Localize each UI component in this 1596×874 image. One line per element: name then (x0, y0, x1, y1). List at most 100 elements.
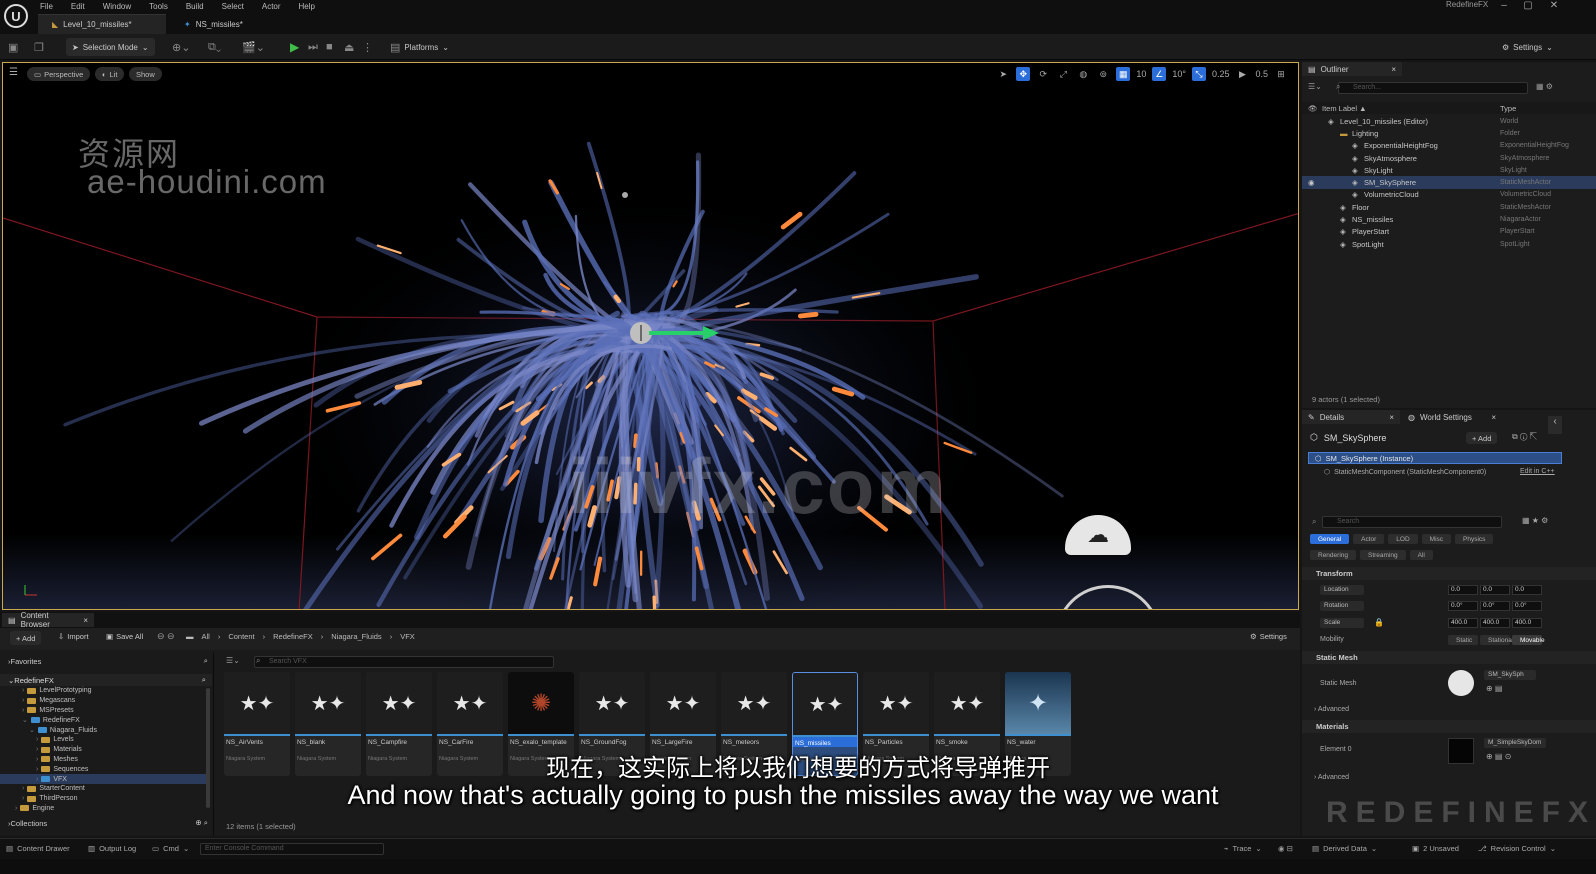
blueprint-icon[interactable]: ⧉ ⓘ ⇱ (1512, 432, 1537, 442)
breadcrumb-all[interactable]: All (202, 632, 210, 641)
mobility-movable[interactable]: Movable (1512, 635, 1545, 645)
close-icon[interactable]: × (1491, 413, 1496, 422)
mobility-static[interactable]: Static (1448, 635, 1478, 645)
rotation-y[interactable]: 0.0° (1480, 601, 1510, 611)
content-drawer-button[interactable]: ▤ Content Drawer (6, 844, 70, 853)
folder-tree-item[interactable]: ⌄ Niagara_Fluids (0, 725, 206, 735)
folder-tree-item[interactable]: › LevelPrototyping (0, 686, 206, 696)
scale-x[interactable]: 400.0 (1448, 618, 1478, 628)
scale-dropdown[interactable]: Scale (1320, 618, 1364, 628)
unreal-logo-icon[interactable]: U (4, 4, 28, 28)
outliner-row[interactable]: ◉ ◈ SM_SkySphere StaticMeshActor (1302, 176, 1596, 189)
add-actor-button[interactable]: ⊕⌄ (172, 38, 190, 56)
expand-arrow-icon[interactable]: › (36, 736, 38, 743)
select-tool-icon[interactable]: ➤ (996, 67, 1010, 81)
world-space-icon[interactable]: ◍ (1076, 67, 1090, 81)
project-root-header[interactable]: ⌄ RedefineFX ⌕ (0, 674, 212, 686)
scale-z[interactable]: 400.0 (1512, 618, 1542, 628)
maximize-button[interactable]: ▢ (1518, 0, 1538, 14)
outliner-row[interactable]: ◈ Floor StaticMeshActor (1302, 201, 1596, 213)
outliner-row[interactable]: ◈ SkyLight SkyLight (1302, 164, 1596, 176)
minimize-button[interactable]: – (1494, 0, 1514, 14)
advanced-expander[interactable]: › Advanced (1314, 706, 1349, 713)
filter-icon[interactable]: ☰⌄ (1308, 82, 1322, 91)
close-icon[interactable]: × (1389, 413, 1394, 422)
perspective-button[interactable]: ▭ Perspective (27, 67, 91, 81)
material-picker[interactable]: M_SimpleSkyDom (1484, 738, 1546, 748)
browse-asset-icon[interactable]: ⊕ ▤ (1486, 684, 1502, 693)
angle-snap-icon[interactable]: ∠ (1152, 67, 1167, 81)
folder-tree-item[interactable]: › Levels (0, 735, 206, 745)
insights-icon[interactable]: ◉ ⊟ (1278, 844, 1293, 853)
add-component-button[interactable]: + Add (1466, 432, 1498, 444)
filter-actor[interactable]: Actor (1353, 534, 1385, 544)
filter-icon[interactable]: ☰⌄ (226, 656, 240, 665)
spotlight-icon[interactable] (622, 192, 628, 198)
grid-snap-value[interactable]: 10 (1136, 69, 1146, 79)
menu-item-file[interactable]: File (40, 2, 53, 11)
menu-item-help[interactable]: Help (299, 2, 315, 11)
breadcrumb-niagara-fluids[interactable]: Niagara_Fluids (331, 632, 381, 641)
rotation-dropdown[interactable]: Rotation (1320, 601, 1364, 611)
static-mesh-thumbnail[interactable] (1448, 670, 1474, 696)
tab-level[interactable]: ◣ Level_10_missiles* (38, 14, 166, 34)
scale-y[interactable]: 400.0 (1480, 618, 1510, 628)
cmd-dropdown[interactable]: ▭ Cmd ⌄ (152, 844, 189, 853)
output-log-button[interactable]: ▥ Output Log (88, 844, 136, 853)
menu-item-select[interactable]: Select (222, 2, 244, 11)
tab-details[interactable]: ✎ Details × (1302, 410, 1400, 424)
filter-lod[interactable]: LOD (1388, 534, 1418, 544)
expand-arrow-icon[interactable]: ⌄ (29, 726, 35, 734)
filter-rendering[interactable]: Rendering (1310, 550, 1356, 560)
outliner-search-input[interactable]: Search... (1338, 82, 1528, 94)
maximize-viewport-icon[interactable]: ⊞ (1274, 67, 1288, 81)
outliner-row[interactable]: ◈ SpotLight SpotLight (1302, 238, 1596, 250)
rotation-x[interactable]: 0.0° (1448, 601, 1478, 611)
collapse-panel-icon[interactable]: ‹ (1548, 416, 1562, 434)
property-matrix-icon[interactable]: ▦ ★ ⚙ (1522, 516, 1548, 525)
settings-button[interactable]: ⚙ Settings ⌄ (1502, 38, 1553, 56)
mobility-stationary[interactable]: Stationary (1480, 635, 1517, 645)
outliner-row[interactable]: ◈ VolumetricCloud VolumetricCloud (1302, 189, 1596, 201)
static-mesh-component-row[interactable]: ⬡ StaticMeshComponent (StaticMeshCompone… (1324, 468, 1486, 477)
edit-in-cpp-link[interactable]: Edit in C++ (1520, 468, 1555, 475)
materials-section[interactable]: Materials (1302, 720, 1596, 733)
angle-snap-value[interactable]: 10° (1172, 69, 1186, 79)
breadcrumb-content[interactable]: Content (228, 632, 254, 641)
browse-icon[interactable]: ❐ (34, 38, 44, 56)
favorites-header[interactable]: › Favorites ⌕ (8, 656, 208, 666)
rotate-tool-icon[interactable]: ⟳ (1036, 67, 1050, 81)
rotation-z[interactable]: 0.0° (1512, 601, 1542, 611)
add-button[interactable]: + Add (10, 631, 42, 645)
menu-item-window[interactable]: Window (103, 2, 131, 11)
outliner-row[interactable]: ◈ SkyAtmosphere SkyAtmosphere (1302, 152, 1596, 164)
column-type[interactable]: Type (1500, 104, 1516, 113)
viewport-menu-icon[interactable]: ☰ (9, 67, 21, 81)
visibility-icon[interactable]: ◉ (1308, 178, 1315, 187)
filter-all[interactable]: All (1409, 550, 1433, 560)
folder-tree-item[interactable]: › MSPresets (0, 706, 206, 716)
play-options-button[interactable]: ⋮ (362, 38, 373, 56)
details-search-input[interactable]: Search (1322, 516, 1502, 528)
camera-speed-icon[interactable]: ▶ (1235, 67, 1249, 81)
add-folder-icon[interactable]: ▦ ⚙ (1536, 82, 1553, 91)
transform-section[interactable]: Transform (1302, 567, 1596, 580)
close-window-button[interactable]: ✕ (1544, 0, 1564, 14)
scale-snap-value[interactable]: 0.25 (1212, 69, 1230, 79)
location-y[interactable]: 0.0 (1480, 585, 1510, 595)
save-all-button[interactable]: ▣ Save All (106, 632, 143, 641)
blueprint-button[interactable]: ⧉⌄ (208, 38, 221, 56)
menu-item-build[interactable]: Build (186, 2, 204, 11)
collections-header[interactable]: › Collections ⊕ ⌕ (8, 818, 208, 828)
grid-snap-icon[interactable]: ▦ (1116, 67, 1131, 81)
revision-control-dropdown[interactable]: ⎇ Revision Control ⌄ (1478, 844, 1556, 853)
import-button[interactable]: ⇩ Import (58, 632, 89, 641)
surface-snap-icon[interactable]: ⊚ (1096, 67, 1110, 81)
outliner-row[interactable]: ▬ Lighting Folder (1302, 127, 1596, 139)
static-mesh-section[interactable]: Static Mesh (1302, 651, 1596, 664)
selection-mode-dropdown[interactable]: ➤ Selection Mode ⌄ (66, 38, 155, 56)
breadcrumb-redefinefx[interactable]: RedefineFX (273, 632, 313, 641)
lock-icon[interactable]: 🔒 (1374, 618, 1384, 627)
expand-arrow-icon[interactable]: ⌄ (22, 716, 28, 724)
add-collection-icon[interactable]: ⊕ ⌕ (195, 818, 208, 828)
